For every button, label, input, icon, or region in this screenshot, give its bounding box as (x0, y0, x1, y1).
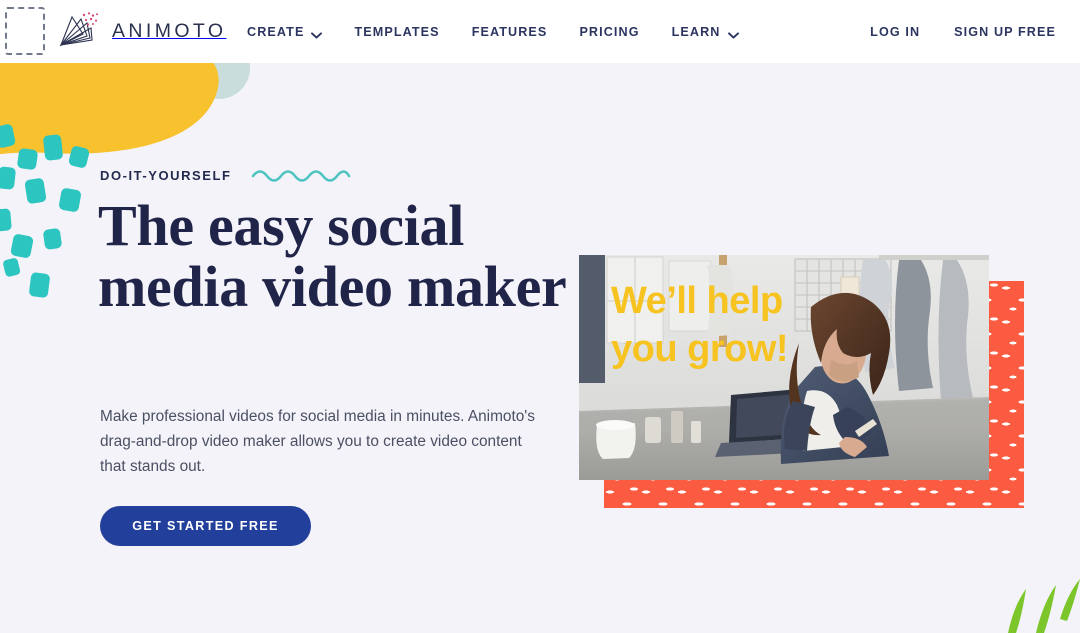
nav-item-features-label: FEATURES (471, 24, 548, 39)
nav-item-pricing[interactable]: PRICING (579, 25, 639, 39)
chevron-down-icon (727, 28, 739, 39)
hero-media: We’ll help you grow! (579, 255, 1034, 518)
signup-free-link[interactable]: SIGN UP FREE (954, 25, 1056, 39)
animoto-logo-link[interactable]: ANIMOTO (57, 10, 226, 52)
hero-eyebrow: DO-IT-YOURSELF (100, 167, 232, 183)
nav-item-features[interactable]: FEATURES (472, 25, 548, 39)
wavy-line-icon (251, 167, 351, 183)
nav-item-create[interactable]: CREATE (247, 24, 323, 39)
chevron-down-icon (311, 28, 323, 39)
animoto-fan-logo-icon (57, 11, 103, 51)
nav-item-create-label: CREATE (247, 24, 305, 39)
nav-item-pricing-label: PRICING (579, 24, 640, 39)
hero-eyebrow-row: DO-IT-YOURSELF (100, 167, 351, 183)
animoto-wordmark: ANIMOTO (112, 19, 227, 42)
account-nav: LOG IN SIGN UP FREE (870, 0, 1056, 63)
hero-section: DO-IT-YOURSELF The easy social media vid… (0, 63, 1080, 633)
woman-at-desk-with-laptop-photo[interactable] (579, 255, 989, 480)
green-leaf-strokes (960, 553, 1080, 633)
nav-item-learn[interactable]: LEARN (672, 25, 739, 39)
top-navigation-bar: ANIMOTO CREATE TEMPLATES FEATURES PRICIN… (0, 0, 1080, 63)
dashed-focus-outline (5, 7, 45, 55)
login-link[interactable]: LOG IN (870, 25, 920, 39)
get-started-free-button[interactable]: GET STARTED FREE (100, 506, 311, 546)
nav-item-templates-label: TEMPLATES (354, 24, 440, 39)
nav-item-templates[interactable]: TEMPLATES (354, 25, 439, 39)
hero-headline: The easy social media video maker (98, 193, 567, 319)
primary-nav: CREATE TEMPLATES FEATURES PRICING LEARN (247, 0, 739, 63)
nav-item-learn-label: LEARN (671, 24, 721, 39)
hero-subcopy: Make professional videos for social medi… (100, 408, 535, 475)
